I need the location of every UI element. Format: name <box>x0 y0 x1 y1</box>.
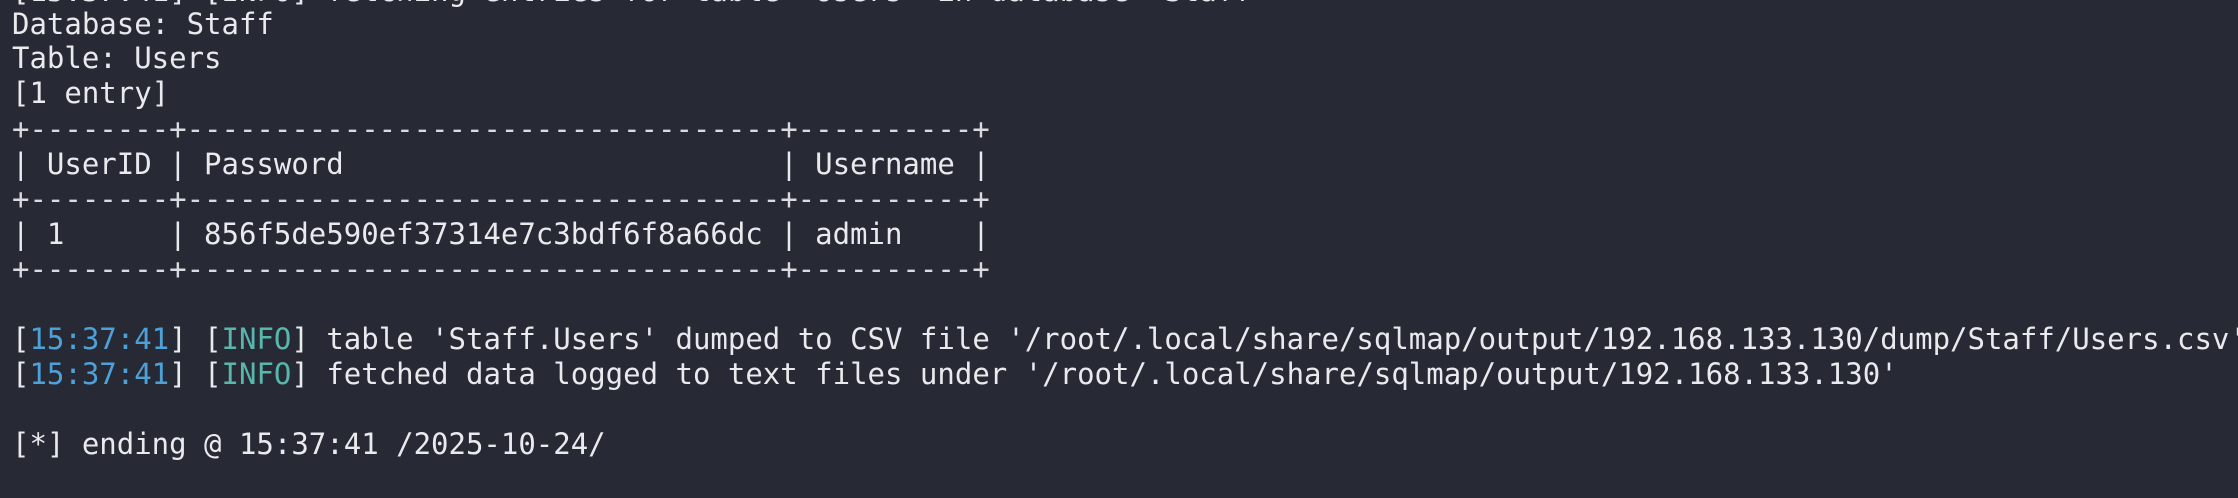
log-level: INFO <box>221 322 292 356</box>
database-line: Database: Staff <box>12 7 274 41</box>
log-line: [15:37:41] [INFO] table 'Staff.Users' du… <box>12 322 2238 357</box>
table-header-row: | UserID | Password | Username | <box>12 147 990 181</box>
log-message: fetched data logged to text files under … <box>326 357 1898 391</box>
log-message: table 'Staff.Users' dumped to CSV file '… <box>326 322 2238 356</box>
terminal-window[interactable]: [15:37:41] [INFO] fetching entries for t… <box>0 0 2238 498</box>
ending-line: [*] ending @ 15:37:41 /2025-10-24/ <box>12 427 606 461</box>
log-timestamp: 15:37:41 <box>29 357 170 391</box>
table-data-row: | 1 | 856f5de590ef37314e7c3bdf6f8a66dc |… <box>12 217 990 251</box>
table-border-top: +--------+------------------------------… <box>12 112 990 146</box>
table-border-bottom: +--------+------------------------------… <box>12 252 990 286</box>
log-line: [15:37:41] [INFO] fetched data logged to… <box>12 357 1898 391</box>
entries-line: [1 entry] <box>12 76 170 110</box>
table-line: Table: Users <box>12 41 222 75</box>
table-border-middle: +--------+------------------------------… <box>12 182 990 216</box>
log-level: INFO <box>221 357 292 391</box>
log-timestamp: 15:37:41 <box>29 322 170 356</box>
